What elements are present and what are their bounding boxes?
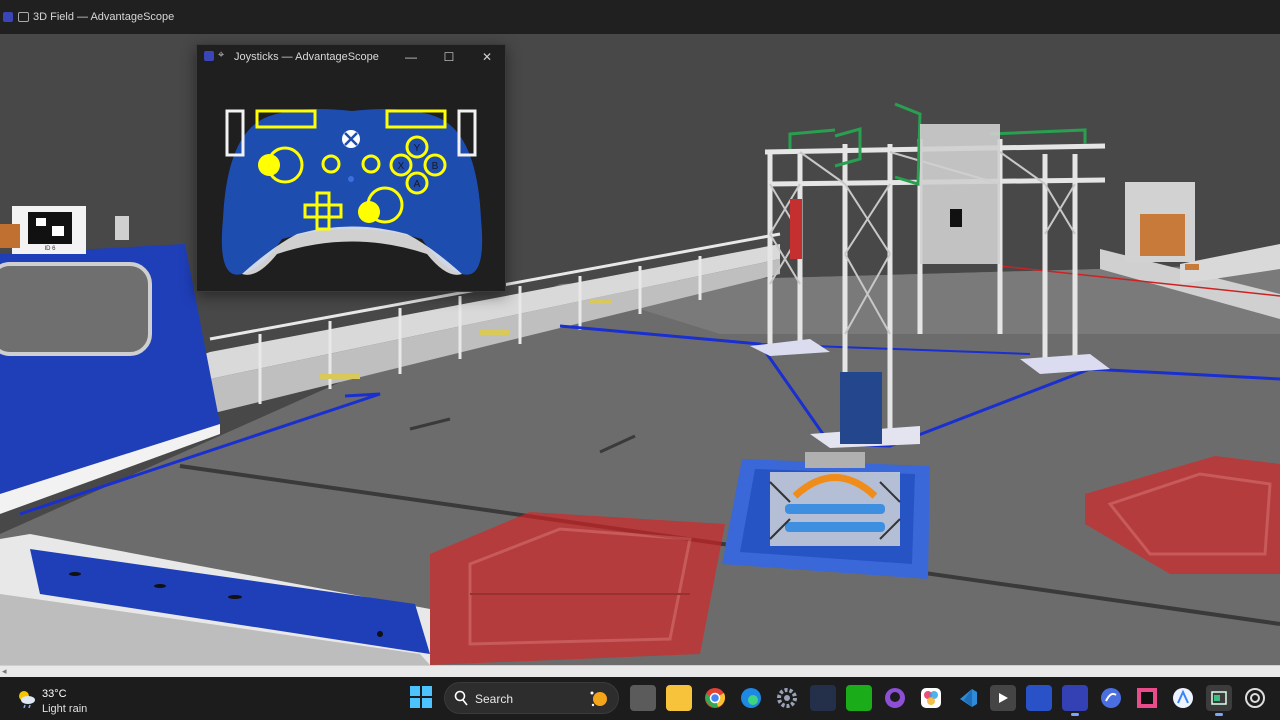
weather-widget[interactable]: 33°C Light rain [14,683,124,715]
app-icon[interactable] [810,685,836,711]
chrome-icon[interactable] [702,685,728,711]
terminal-icon[interactable] [1206,685,1232,716]
xbox-controller: Y X B A [221,109,483,275]
file-explorer-icon[interactable] [666,685,692,711]
joystick-view: Y X B A [197,69,505,291]
joysticks-titlebar[interactable]: ⌖ Joysticks — AdvantageScope — ☐ ✕ [197,45,505,69]
app-icon-4[interactable] [1170,685,1196,711]
scroll-left-icon[interactable]: ◂ [2,666,7,677]
wechat-icon[interactable] [846,685,872,711]
search-highlight-icon [590,691,607,707]
advantagescope-app-icon [204,51,214,61]
stage-base [840,372,882,444]
field-render: ID 6 [0,34,1280,665]
settings-icon[interactable] [774,685,800,711]
weather-condition: Light rain [42,703,88,715]
vscode-icon[interactable] [954,685,980,711]
search-icon [454,690,468,706]
jetbrains-icon[interactable] [1134,685,1160,711]
advantagescope-icon[interactable] [1062,685,1088,716]
apriltag-label: ID 6 [44,246,56,252]
photos-icon[interactable] [918,685,944,711]
weather-temperature: 33°C [42,688,67,700]
media-player-icon[interactable] [990,685,1016,711]
maximize-button[interactable]: ☐ [438,48,460,66]
svg-text:X: X [398,161,405,172]
advantagescope-app-icon [3,12,13,22]
minimize-button[interactable]: — [400,48,422,66]
search-input[interactable] [473,689,587,709]
joysticks-window-title: Joysticks — AdvantageScope [234,51,379,63]
start-icon[interactable] [410,686,432,708]
app-icon-3[interactable] [1098,685,1124,711]
close-button[interactable]: ✕ [476,48,498,66]
3d-field-viewport[interactable]: ID 6 [0,34,1280,665]
joysticks-window[interactable]: ⌖ Joysticks — AdvantageScope — ☐ ✕ Y X B… [196,44,506,292]
3d-field-tab-icon [18,12,29,22]
gamepad-icon: ⌖ [218,49,225,61]
app-icon-2[interactable] [1026,685,1052,711]
edge-icon[interactable] [738,685,764,711]
svg-text:Y: Y [414,143,421,154]
blue-robot [722,452,930,579]
chatgpt-icon[interactable] [1242,685,1268,711]
svg-text:A: A [414,179,421,190]
taskbar-search[interactable] [444,682,619,714]
task-view-icon[interactable] [630,685,656,711]
github-icon[interactable] [882,685,908,711]
window-title: 3D Field — AdvantageScope [33,11,175,23]
svg-text:B: B [432,161,439,172]
taskbar: 33°C Light rain [0,677,1280,720]
driver-station-window [0,262,152,356]
weather-rain-icon [19,691,35,708]
main-titlebar: 3D Field — AdvantageScope [0,0,1280,34]
